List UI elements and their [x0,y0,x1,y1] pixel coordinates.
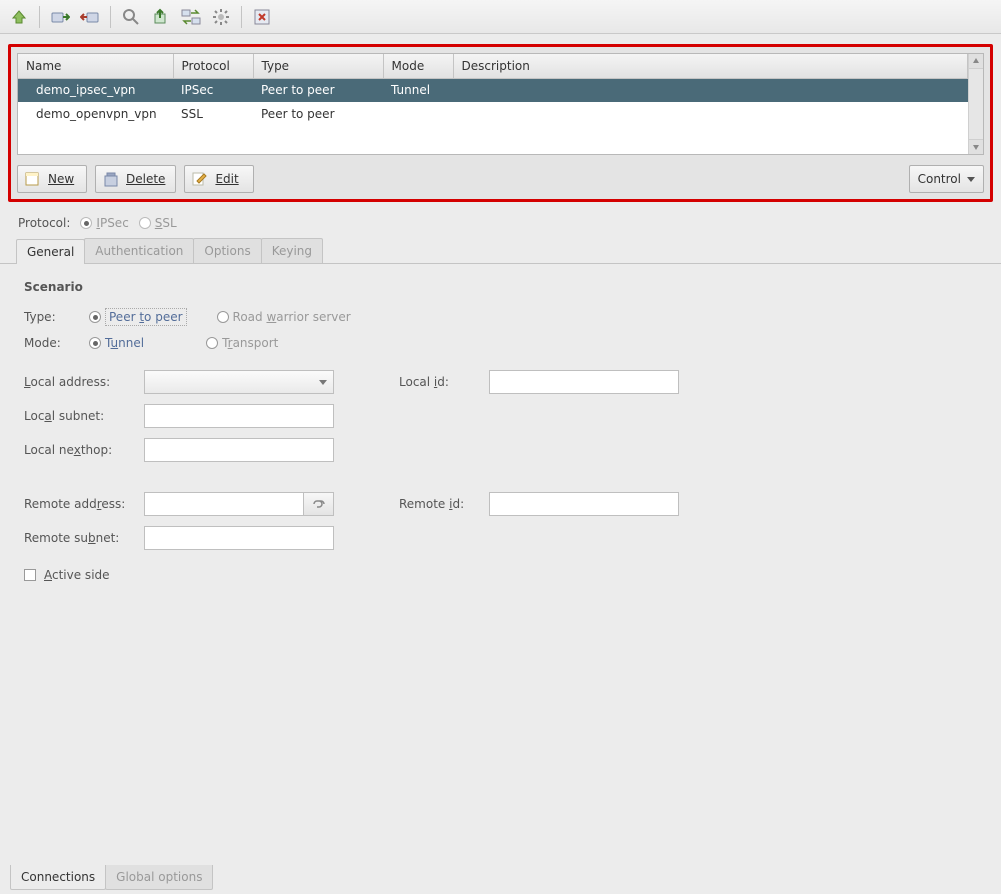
search-icon[interactable] [118,4,144,30]
remote-address-input[interactable] [144,492,304,516]
remote-subnet-label: Remote subnet: [24,531,144,545]
col-type[interactable]: Type [253,54,383,78]
local-id-label: Local id: [399,375,489,389]
cell-mode: Tunnel [383,78,453,102]
vpn-connections-panel: Name Protocol Type Mode Description demo… [8,44,993,202]
cell-description [453,102,968,126]
table-scrollbar[interactable] [968,54,983,154]
type-row: Type: Peer to peer Road warrior server [24,308,977,326]
edit-button[interactable]: Edit [184,165,254,193]
exchange-icon[interactable] [178,4,204,30]
gear-icon[interactable] [208,4,234,30]
protocol-label: Protocol: [18,216,70,230]
connections-table[interactable]: Name Protocol Type Mode Description demo… [18,54,968,126]
protocol-row: Protocol: IPSec SSL [0,206,1001,236]
remote-id-label: Remote id: [399,497,489,511]
col-protocol[interactable]: Protocol [173,54,253,78]
bottom-tab-global-options[interactable]: Global options [105,865,213,890]
scenario-title: Scenario [24,280,977,294]
remote-id-input[interactable] [489,492,679,516]
local-address-combo[interactable] [144,370,334,394]
type-label: Type: [24,310,79,324]
type-roadwarrior-radio[interactable]: Road warrior server [217,310,351,324]
new-button-label: New [48,172,74,186]
radio-icon [139,217,151,229]
radio-icon [80,217,92,229]
cell-name: demo_ipsec_vpn [18,78,173,102]
new-button[interactable]: New [17,165,87,193]
home-up-icon[interactable] [6,4,32,30]
local-id-input[interactable] [489,370,679,394]
tab-options[interactable]: Options [193,238,261,263]
tab-authentication[interactable]: Authentication [84,238,194,263]
cell-mode [383,102,453,126]
window-close-icon[interactable] [249,4,275,30]
separator [110,6,111,28]
address-grid: Local address: Local id: Local subnet: L… [24,370,977,462]
server-out-icon[interactable] [77,4,103,30]
mode-label: Mode: [24,336,79,350]
tab-content-general: Scenario Type: Peer to peer Road warrior… [0,264,1001,598]
tab-keying[interactable]: Keying [261,238,323,263]
action-buttons-row: New Delete Edit Control [17,165,984,193]
active-side-label: Active side [44,568,110,582]
cell-type: Peer to peer [253,102,383,126]
delete-button-label: Delete [126,172,165,186]
cell-protocol: IPSec [173,78,253,102]
radio-icon [217,311,229,323]
bottom-tab-connections[interactable]: Connections [10,865,106,890]
cell-protocol: SSL [173,102,253,126]
link-icon[interactable] [304,492,334,516]
remote-subnet-input[interactable] [144,526,334,550]
active-side-checkbox[interactable] [24,569,36,581]
server-in-icon[interactable] [47,4,73,30]
col-mode[interactable]: Mode [383,54,453,78]
edit-button-label: Edit [215,172,238,186]
scroll-up-icon[interactable] [969,54,983,69]
local-address-label: Local address: [24,375,144,389]
bottom-tabbar: Connections Global options [10,865,212,890]
cell-name: demo_openvpn_vpn [18,102,173,126]
delete-button[interactable]: Delete [95,165,176,193]
separator [39,6,40,28]
type-peer-radio[interactable]: Peer to peer [89,308,187,326]
cell-description [453,78,968,102]
separator [241,6,242,28]
chevron-down-icon [967,177,975,182]
control-button-label: Control [918,172,961,186]
main-toolbar [0,0,1001,34]
remote-grid: Remote address: Remote id: Remote subnet… [24,492,977,550]
table-row[interactable]: demo_openvpn_vpn SSL Peer to peer [18,102,968,126]
col-description[interactable]: Description [453,54,968,78]
mode-tunnel-radio[interactable]: Tunnel [89,336,144,350]
scroll-down-icon[interactable] [969,139,983,154]
table-row[interactable]: demo_ipsec_vpn IPSec Peer to peer Tunnel [18,78,968,102]
export-icon[interactable] [148,4,174,30]
protocol-ipsec-radio[interactable]: IPSec [80,216,128,230]
local-subnet-input[interactable] [144,404,334,428]
radio-icon [89,337,101,349]
tab-general[interactable]: General [16,239,85,264]
radio-icon [206,337,218,349]
col-name[interactable]: Name [18,54,173,78]
mode-transport-radio[interactable]: Transport [206,336,278,350]
active-side-row: Active side [24,568,977,582]
local-nexthop-input[interactable] [144,438,334,462]
remote-address-label: Remote address: [24,497,144,511]
radio-icon [89,311,101,323]
protocol-ssl-radio[interactable]: SSL [139,216,177,230]
local-subnet-label: Local subnet: [24,409,144,423]
connections-table-frame: Name Protocol Type Mode Description demo… [17,53,984,155]
chevron-down-icon [319,380,327,385]
remote-address-wrap [144,492,339,516]
settings-tabbar: General Authentication Options Keying [0,236,1001,264]
local-nexthop-label: Local nexthop: [24,443,144,457]
mode-row: Mode: Tunnel Transport [24,336,977,350]
control-button[interactable]: Control [909,165,984,193]
cell-type: Peer to peer [253,78,383,102]
